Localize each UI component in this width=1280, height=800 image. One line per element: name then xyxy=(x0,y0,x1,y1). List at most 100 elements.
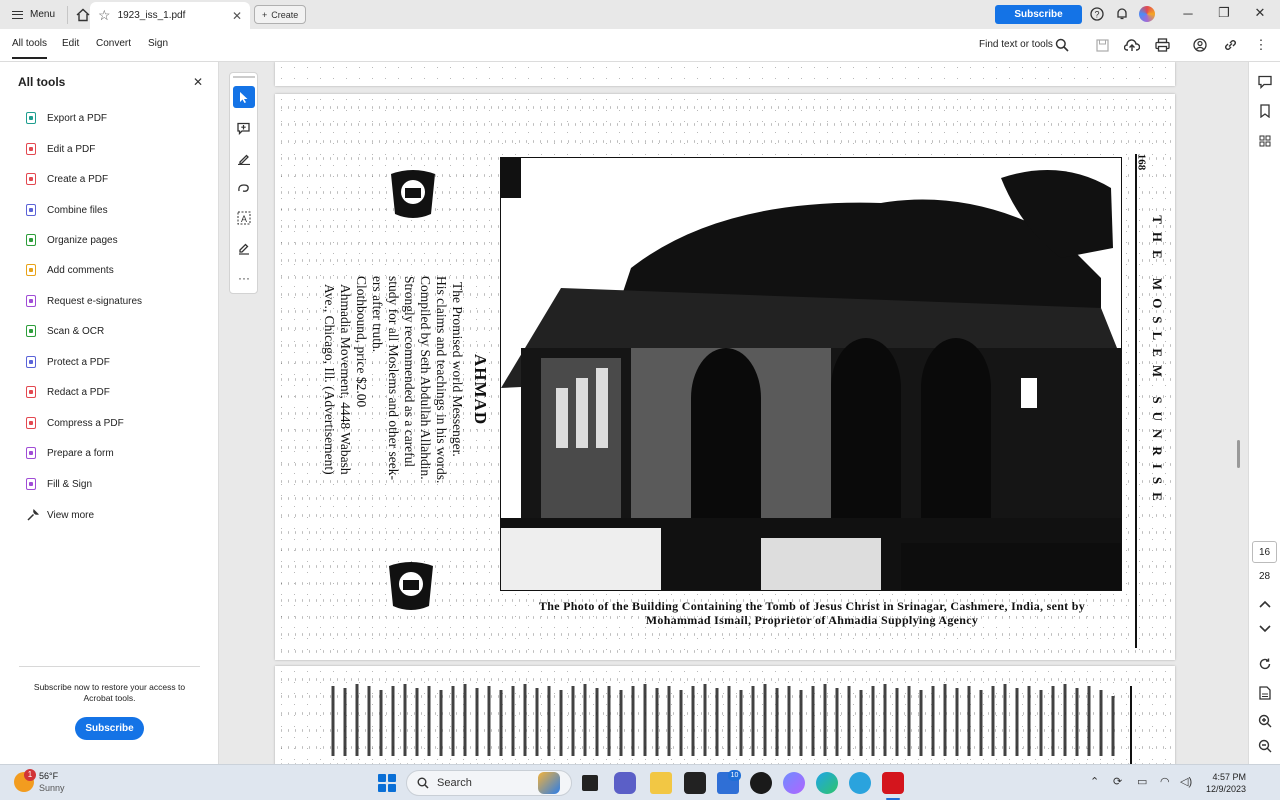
next-page-icon[interactable] xyxy=(1255,619,1275,639)
file-explorer-icon[interactable] xyxy=(650,772,672,794)
prepare-form-icon xyxy=(24,446,38,460)
store-icon[interactable] xyxy=(684,772,706,794)
toolbar-grip[interactable] xyxy=(233,76,255,78)
view-more-label: View more xyxy=(47,509,95,521)
find-text-label[interactable]: Find text or tools xyxy=(979,39,1053,50)
close-window-icon[interactable]: ✕ xyxy=(1240,0,1280,26)
tool-label: Organize pages xyxy=(47,234,118,246)
share-user-icon[interactable] xyxy=(1191,36,1209,54)
tool-label: Redact a PDF xyxy=(47,386,110,398)
tool-export-pdf[interactable]: Export a PDF xyxy=(24,109,107,127)
dell-icon[interactable] xyxy=(750,772,772,794)
compress-pdf-icon xyxy=(24,416,38,430)
comments-panel-icon[interactable] xyxy=(1255,72,1275,92)
teams-icon[interactable] xyxy=(614,772,636,794)
edge-icon[interactable] xyxy=(816,772,838,794)
bell-icon[interactable] xyxy=(1113,5,1131,23)
highlight-tool-icon[interactable] xyxy=(233,147,255,169)
document-tab[interactable]: ☆ 1923_iss_1.pdf ✕ xyxy=(90,2,250,29)
tool-prepare-form[interactable]: Prepare a form xyxy=(24,444,114,462)
panel-title: All tools xyxy=(18,75,66,89)
printed-page-number: 168 xyxy=(1135,153,1148,171)
scrollbar-thumb[interactable] xyxy=(1237,440,1240,468)
volume-icon[interactable]: ◁) xyxy=(1180,775,1192,788)
ad-line: Compiled by Seth Abdullah Allahdin. xyxy=(418,276,433,480)
menu-button[interactable]: Menu xyxy=(0,0,67,29)
weather-badge: 1 xyxy=(24,769,36,781)
show-hidden-icons[interactable]: ⌃ xyxy=(1090,775,1099,788)
total-pages: 28 xyxy=(1258,571,1271,582)
scan-noise-2 xyxy=(275,666,1175,764)
tool-label: Fill & Sign xyxy=(47,478,93,490)
star-icon[interactable]: ☆ xyxy=(98,7,111,24)
tool-request-esignatures[interactable]: Request e-signatures xyxy=(24,292,142,310)
tab-edit[interactable]: Edit xyxy=(62,38,79,49)
bookmarks-icon[interactable] xyxy=(1255,101,1275,121)
panel-subscribe-button[interactable]: Subscribe xyxy=(75,717,144,740)
tool-fill-sign[interactable]: Fill & Sign xyxy=(24,475,92,493)
link-icon[interactable] xyxy=(1221,36,1239,54)
tool-compress-pdf[interactable]: Compress a PDF xyxy=(24,414,124,432)
close-tab-icon[interactable]: ✕ xyxy=(232,9,242,23)
tab-convert[interactable]: Convert xyxy=(96,38,131,49)
windows-taskbar: 1 56°F Sunny Search 10 ⌃ ⟳ ▭ ◠ ◁) 4:57 P… xyxy=(0,764,1280,800)
print-icon[interactable] xyxy=(1153,36,1171,54)
add-comments-icon xyxy=(24,263,38,277)
zoom-in-icon[interactable] xyxy=(1255,711,1275,731)
acrobat-icon[interactable] xyxy=(882,772,904,794)
wifi-icon[interactable]: ◠ xyxy=(1160,775,1170,788)
subscribe-button[interactable]: Subscribe xyxy=(995,5,1082,24)
cloud-upload-icon[interactable] xyxy=(1123,36,1141,54)
tab-sign[interactable]: Sign xyxy=(148,38,168,49)
sign-tool-icon[interactable] xyxy=(233,237,255,259)
task-view-icon[interactable] xyxy=(582,775,598,791)
select-tool-icon[interactable] xyxy=(233,86,255,108)
close-panel-icon[interactable]: ✕ xyxy=(193,75,203,89)
tool-redact-pdf[interactable]: Redact a PDF xyxy=(24,383,110,401)
search-icon[interactable] xyxy=(1053,36,1071,54)
rotate-icon[interactable] xyxy=(1255,654,1275,674)
clock-time: 4:57 PM xyxy=(1212,772,1246,782)
photo-caption: The Photo of the Building Containing the… xyxy=(499,599,1125,627)
more-tools-icon[interactable]: ··· xyxy=(233,267,255,289)
previous-page xyxy=(275,62,1175,86)
document-viewer[interactable]: 168 THE MOSLEM SUNRISE The Photo of the … xyxy=(220,62,1247,764)
create-button[interactable]: + Create xyxy=(254,5,307,24)
start-tile xyxy=(388,774,396,782)
maximize-icon[interactable]: ❐ xyxy=(1204,0,1244,26)
weather-widget[interactable]: 56°F Sunny xyxy=(39,770,65,794)
previous-page-icon[interactable] xyxy=(1255,594,1275,614)
system-clock[interactable]: 4:57 PM 12/9/2023 xyxy=(1202,771,1246,795)
more-options-icon[interactable]: ⋮ xyxy=(1252,36,1270,54)
tool-organize-pages[interactable]: Organize pages xyxy=(24,231,118,249)
page-extract-icon[interactable] xyxy=(1255,683,1275,703)
battery-icon[interactable]: ▭ xyxy=(1137,775,1147,788)
help-icon[interactable]: ? xyxy=(1088,5,1106,23)
avatar[interactable] xyxy=(1139,6,1155,22)
current-page-input[interactable]: 16 xyxy=(1252,541,1277,563)
draw-tool-icon[interactable] xyxy=(233,177,255,199)
start-button[interactable] xyxy=(378,774,396,792)
menu-label: Menu xyxy=(30,9,56,20)
text-tool-icon[interactable]: A xyxy=(233,207,255,229)
tab-all-tools[interactable]: All tools xyxy=(12,38,48,59)
minimize-icon[interactable]: ─ xyxy=(1168,0,1208,26)
widgets-app-icon[interactable] xyxy=(538,772,560,794)
tool-combine-files[interactable]: Combine files xyxy=(24,201,108,219)
telegram-icon[interactable] xyxy=(849,772,871,794)
sync-icon[interactable]: ⟳ xyxy=(1113,775,1122,788)
thumbnails-icon[interactable] xyxy=(1255,131,1275,151)
tool-add-comments[interactable]: Add comments xyxy=(24,261,114,279)
save-icon[interactable] xyxy=(1093,36,1111,54)
copilot-icon[interactable] xyxy=(783,772,805,794)
ad-line: The Promised world Messenger. xyxy=(450,282,465,457)
tool-protect-pdf[interactable]: Protect a PDF xyxy=(24,353,110,371)
ad-line: His claims and teachings in his words. xyxy=(434,276,449,484)
ad-line: Strongly recommended as a careful xyxy=(402,276,417,468)
comment-tool-icon[interactable] xyxy=(233,117,255,139)
zoom-out-icon[interactable] xyxy=(1255,736,1275,756)
view-more-link[interactable]: View more xyxy=(26,506,94,524)
tool-edit-pdf[interactable]: Edit a PDF xyxy=(24,140,95,158)
tool-create-pdf[interactable]: Create a PDF xyxy=(24,170,108,188)
tool-scan-ocr[interactable]: Scan & OCR xyxy=(24,322,104,340)
